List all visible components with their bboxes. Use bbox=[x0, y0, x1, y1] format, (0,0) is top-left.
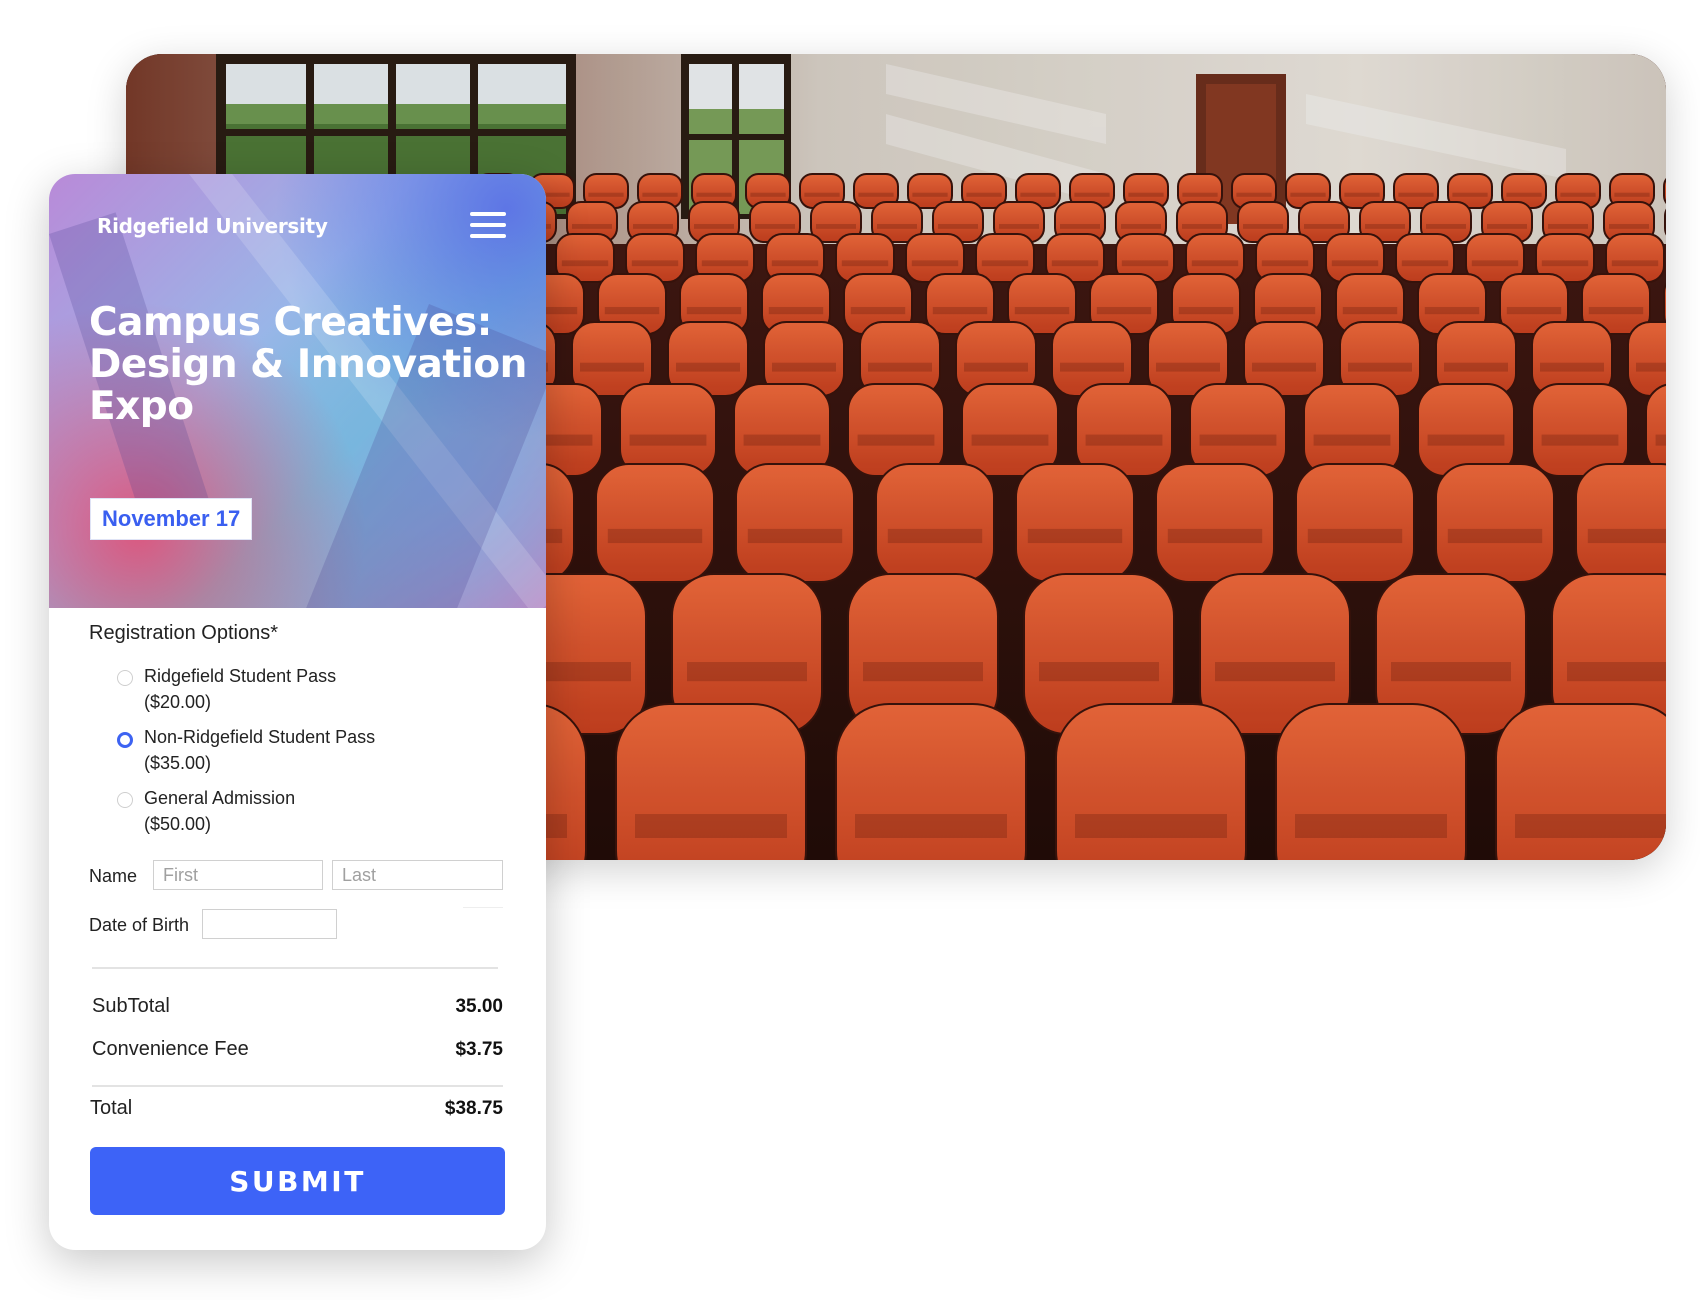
first-name-input[interactable] bbox=[153, 860, 323, 890]
total-label: Total bbox=[90, 1097, 133, 1119]
option-price: ($35.00) bbox=[144, 753, 212, 773]
event-date-badge: November 17 bbox=[90, 498, 253, 540]
name-label: Name bbox=[89, 866, 138, 886]
university-logo[interactable]: Ridgefield University bbox=[97, 214, 328, 238]
option-price: ($50.00) bbox=[144, 814, 212, 834]
subtotal-label: SubTotal bbox=[92, 995, 170, 1017]
convenience-fee-label: Convenience Fee bbox=[92, 1038, 249, 1060]
registration-form-card: Ridgefield University Campus Creatives: … bbox=[49, 174, 546, 1250]
option-price: ($20.00) bbox=[144, 692, 212, 712]
event-title: Campus Creatives: Design & Innovation Ex… bbox=[89, 300, 527, 429]
event-hero: Ridgefield University Campus Creatives: … bbox=[49, 174, 546, 608]
divider bbox=[463, 907, 503, 908]
option-name: Non-Ridgefield Student Pass bbox=[144, 727, 376, 747]
hamburger-menu-icon[interactable] bbox=[470, 212, 506, 240]
subtotal-value: 35.00 bbox=[455, 996, 503, 1017]
divider bbox=[92, 1085, 503, 1087]
date-of-birth-input[interactable] bbox=[202, 909, 337, 939]
option-name: Ridgefield Student Pass bbox=[144, 666, 337, 686]
divider bbox=[92, 967, 498, 969]
convenience-fee-value: $3.75 bbox=[455, 1039, 503, 1060]
radio-button[interactable] bbox=[117, 792, 133, 808]
dob-label: Date of Birth bbox=[89, 915, 190, 935]
option-name: General Admission bbox=[144, 788, 296, 808]
total-value: $38.75 bbox=[444, 1098, 503, 1119]
registration-options-label: Registration Options* bbox=[89, 622, 278, 644]
radio-button-selected[interactable] bbox=[117, 732, 133, 748]
submit-button[interactable]: SUBMIT bbox=[90, 1147, 505, 1215]
last-name-input[interactable] bbox=[332, 860, 503, 890]
radio-button[interactable] bbox=[117, 670, 133, 686]
